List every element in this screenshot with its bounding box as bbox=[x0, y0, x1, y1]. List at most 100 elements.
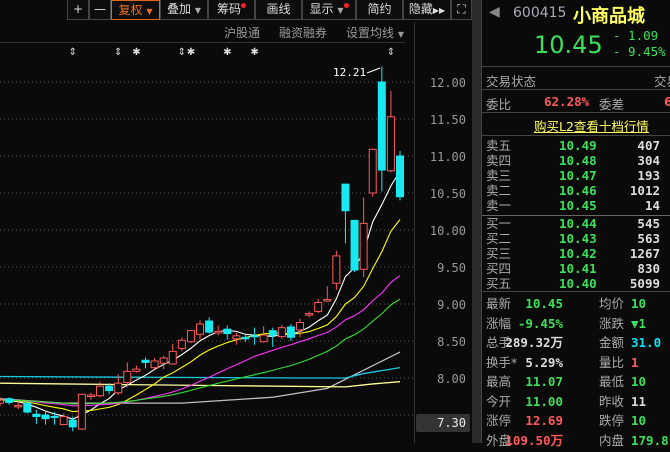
stat-value: 10 bbox=[631, 413, 647, 428]
sell-row[interactable]: 卖四 10.48 304 bbox=[486, 153, 670, 168]
candle-up bbox=[150, 360, 159, 369]
stat-value: 10.45 bbox=[525, 296, 563, 311]
level-price: 10.46 bbox=[559, 183, 597, 198]
max-price-label: 12.21 bbox=[333, 66, 366, 79]
stat-value: ▼1 bbox=[631, 315, 647, 331]
candle-down bbox=[5, 398, 14, 403]
candle-up bbox=[196, 323, 205, 335]
level-label: 买二 bbox=[486, 231, 512, 246]
event-marker-icon: ✱ bbox=[187, 47, 195, 58]
level-label: 卖二 bbox=[486, 183, 512, 198]
stat-value: 11.07 bbox=[525, 374, 563, 389]
price-tick-label: 8.50 bbox=[437, 335, 466, 349]
stat-value: 31.0 bbox=[631, 335, 662, 350]
level-label: 买五 bbox=[486, 276, 512, 291]
level-price: 10.45 bbox=[559, 198, 597, 213]
candle-down bbox=[205, 320, 214, 333]
sell-row[interactable]: 卖三 10.47 193 bbox=[486, 168, 670, 183]
candle-down bbox=[286, 326, 295, 338]
stock-name: 小商品城 bbox=[573, 6, 645, 27]
level-price: 10.40 bbox=[559, 276, 597, 291]
event-marker-icon: ⇕ bbox=[69, 47, 77, 58]
sell-row[interactable]: 卖二 10.46 1012 bbox=[486, 183, 670, 198]
level-volume: 5099 bbox=[629, 276, 660, 291]
stat-label: 跌停 bbox=[599, 413, 625, 428]
candle-down bbox=[241, 336, 250, 340]
stats-row: 今开 11.00 昨收 11 bbox=[486, 394, 670, 413]
candle-up bbox=[123, 370, 132, 383]
level-price: 10.49 bbox=[559, 138, 597, 153]
candle-up bbox=[96, 385, 105, 397]
price-tick-label: 11.00 bbox=[430, 150, 466, 164]
stat-label: 今开 bbox=[486, 393, 512, 409]
candle-up bbox=[323, 299, 332, 302]
stat-label: 量比 bbox=[599, 354, 625, 370]
candle-down bbox=[50, 415, 59, 418]
buy-row[interactable]: 买三 10.42 1267 bbox=[486, 246, 670, 261]
panel-resize-handle[interactable] bbox=[472, 0, 481, 443]
level-price: 10.48 bbox=[559, 153, 597, 168]
candle-up bbox=[259, 334, 268, 343]
weicha-value: 6 bbox=[664, 94, 670, 109]
price-tick-label: 12.00 bbox=[430, 76, 466, 90]
buy-l2-link[interactable]: 购买L2查看十档行情 bbox=[534, 116, 649, 135]
stat-label: 昨收 bbox=[599, 393, 625, 409]
candle-down bbox=[105, 385, 114, 392]
buy-row[interactable]: 买五 10.40 5099 bbox=[486, 276, 670, 291]
level-volume: 14 bbox=[644, 198, 660, 213]
sell-row[interactable]: 卖五 10.49 407 bbox=[486, 138, 670, 153]
level-label: 卖一 bbox=[486, 198, 512, 213]
level-volume: 563 bbox=[637, 231, 660, 246]
stat-value: 109.50万 bbox=[505, 432, 563, 448]
stat-value: 10 bbox=[631, 296, 647, 311]
ma10-line bbox=[0, 219, 401, 413]
level-label: 卖五 bbox=[486, 138, 512, 153]
candle-down bbox=[141, 359, 150, 363]
stat-label: 换手* bbox=[486, 354, 518, 370]
stats-row: 外盘 109.50万 内盘 179.8 bbox=[486, 433, 670, 452]
candle-up bbox=[232, 335, 241, 340]
weibi-label: 委比 bbox=[486, 97, 512, 112]
level-volume: 545 bbox=[637, 216, 660, 231]
back-arrow-icon[interactable]: ◀ bbox=[489, 4, 500, 20]
candle-up bbox=[177, 339, 186, 349]
stat-value: 5.29% bbox=[525, 354, 563, 370]
trade-status-label: 交易状态 bbox=[486, 74, 537, 89]
buy-row[interactable]: 买二 10.43 563 bbox=[486, 231, 670, 246]
candle-down bbox=[396, 155, 404, 198]
candle-up bbox=[305, 313, 314, 316]
level-label: 买一 bbox=[486, 216, 512, 231]
stat-value: 11.00 bbox=[525, 393, 563, 409]
candle-up bbox=[214, 330, 223, 334]
weicha-label: 委差 bbox=[599, 97, 625, 112]
stat-value: -9.45% bbox=[517, 315, 563, 331]
candle-down bbox=[268, 330, 277, 336]
candle-up bbox=[368, 148, 377, 194]
candle-down bbox=[350, 219, 359, 271]
level-label: 买三 bbox=[486, 246, 512, 261]
stat-label: 涨停 bbox=[486, 413, 512, 428]
weibi-value: 62.28% bbox=[544, 94, 590, 109]
stat-label: 最新 bbox=[486, 296, 512, 311]
stats-row: 总手 289.32万 金额 31.0 bbox=[486, 335, 670, 354]
price-change: - 1.09 bbox=[613, 28, 659, 43]
trade-status-label-2: 交易 bbox=[654, 74, 670, 89]
candle-down bbox=[23, 402, 32, 413]
stat-value: 11 bbox=[631, 393, 647, 409]
candle-up bbox=[59, 415, 68, 426]
sell-row[interactable]: 卖一 10.45 14 bbox=[486, 198, 670, 213]
buy-row[interactable]: 买一 10.44 545 bbox=[486, 216, 670, 231]
event-marker-icon: ✱ bbox=[250, 47, 258, 58]
buy-row[interactable]: 买四 10.41 830 bbox=[486, 261, 670, 276]
ma30-line bbox=[0, 298, 401, 405]
stats-row: 最高 11.07 最低 10 bbox=[486, 374, 670, 393]
candle-up bbox=[168, 350, 177, 365]
max-price-arrow-icon bbox=[366, 67, 381, 74]
price-tick-label: 9.00 bbox=[437, 298, 466, 312]
kline-chart[interactable]: 12.00 11.50 11.00 10.50 10.00 9.50 9.00 8.50 8.0… bbox=[0, 0, 472, 443]
axis-cursor-label: 7.30 bbox=[437, 416, 466, 430]
stat-value: 289.32万 bbox=[505, 335, 563, 350]
candle-up bbox=[0, 399, 5, 404]
level-volume: 830 bbox=[637, 261, 660, 276]
level-label: 买四 bbox=[486, 261, 512, 276]
